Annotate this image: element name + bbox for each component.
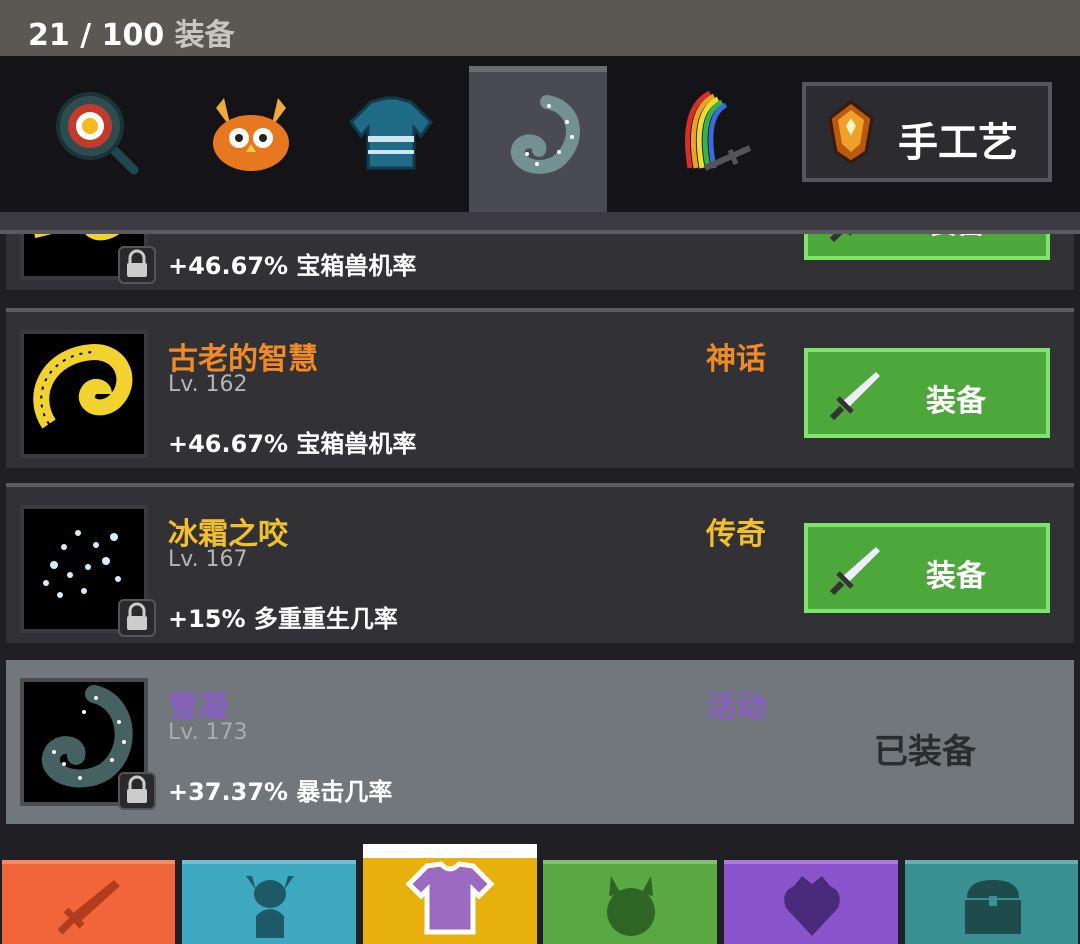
lock-icon: [118, 772, 156, 810]
sweater-icon: [349, 96, 433, 170]
equipment-list[interactable]: +46.67% 宝箱兽机率 装备 古老的智慧 Lv. 162 +46.67% 宝…: [0, 234, 1080, 854]
list-item[interactable]: 古老的智慧 Lv. 162 +46.67% 宝箱兽机率 神话 装备: [6, 308, 1074, 468]
tab-clothing[interactable]: [318, 68, 456, 212]
equip-button[interactable]: 装备: [804, 348, 1050, 438]
tab-food[interactable]: [24, 68, 162, 212]
pet-icon: [607, 876, 655, 936]
item-level: Lv. 173: [168, 720, 248, 745]
equip-label: 装备: [926, 559, 986, 594]
viking-icon: [246, 876, 294, 938]
item-stat: +15% 多重重生几率: [168, 605, 398, 633]
rainbow-sword-icon: [685, 90, 752, 171]
golden-horn-icon: [33, 343, 133, 429]
item-stat: +37.37% 暴击几率: [168, 778, 393, 806]
tab-weapon[interactable]: [622, 68, 760, 212]
header-bar: 21 / 100 装备: [0, 0, 1080, 56]
shirt-icon: [405, 861, 495, 935]
item-stat: +46.67% 宝箱兽机率: [168, 252, 417, 280]
bottom-nav: [0, 844, 1080, 944]
category-tab-strip: 手工艺: [0, 56, 1080, 212]
nav-tab-shop[interactable]: [905, 860, 1078, 944]
craft-label: 手工艺: [898, 120, 1018, 166]
craft-button[interactable]: 手工艺: [802, 82, 1052, 182]
crest-icon: [784, 876, 840, 936]
equipment-count: 21 / 100 装备: [28, 10, 235, 54]
equipment-count-value: 21 / 100: [28, 18, 165, 53]
item-level: Lv. 162: [168, 372, 248, 397]
nav-tab-weapons[interactable]: [2, 860, 175, 944]
sword-icon: [829, 547, 880, 596]
tab-hat[interactable]: [178, 68, 316, 212]
item-rarity: 活动: [706, 690, 766, 725]
crafting-gem-icon: [828, 100, 874, 164]
sword-icon: [57, 880, 120, 935]
tab-strip-divider: [0, 212, 1080, 234]
item-level: Lv. 167: [168, 547, 248, 572]
equip-button[interactable]: 装备: [804, 234, 1050, 260]
item-rarity: 传奇: [706, 517, 766, 552]
sword-icon: [829, 372, 880, 421]
lock-icon: [118, 246, 156, 284]
chest-icon: [965, 880, 1021, 934]
list-item[interactable]: 冰霜之咬 Lv. 167 +15% 多重重生几率 传奇 装备: [6, 483, 1074, 643]
equip-label: 装备: [926, 234, 986, 242]
equip-label: 装备: [926, 384, 986, 419]
equipment-count-label: 装备: [174, 18, 235, 53]
item-rarity: 神话: [706, 342, 766, 377]
equip-button[interactable]: 装备: [804, 523, 1050, 613]
nav-tab-equipment[interactable]: [363, 844, 537, 944]
equipped-status: 已装备: [874, 732, 976, 772]
frying-pan-icon: [56, 92, 139, 175]
list-item[interactable]: +46.67% 宝箱兽机率 装备: [6, 234, 1074, 290]
item-stat: +46.67% 宝箱兽机率: [168, 430, 417, 458]
nav-tab-clan[interactable]: [724, 860, 898, 944]
list-item-equipped[interactable]: 雪凝 Lv. 173 +37.37% 暴击几率 活动 已装备: [6, 660, 1074, 824]
owl-hat-icon: [213, 98, 289, 171]
lock-icon: [118, 599, 156, 637]
tab-effects[interactable]: [469, 66, 607, 212]
nav-tab-pets[interactable]: [543, 860, 717, 944]
sword-icon: [829, 234, 852, 243]
item-thumbnail: [20, 330, 148, 458]
nav-tab-heroes[interactable]: [182, 860, 356, 944]
frost-swirl-icon: [510, 95, 580, 174]
